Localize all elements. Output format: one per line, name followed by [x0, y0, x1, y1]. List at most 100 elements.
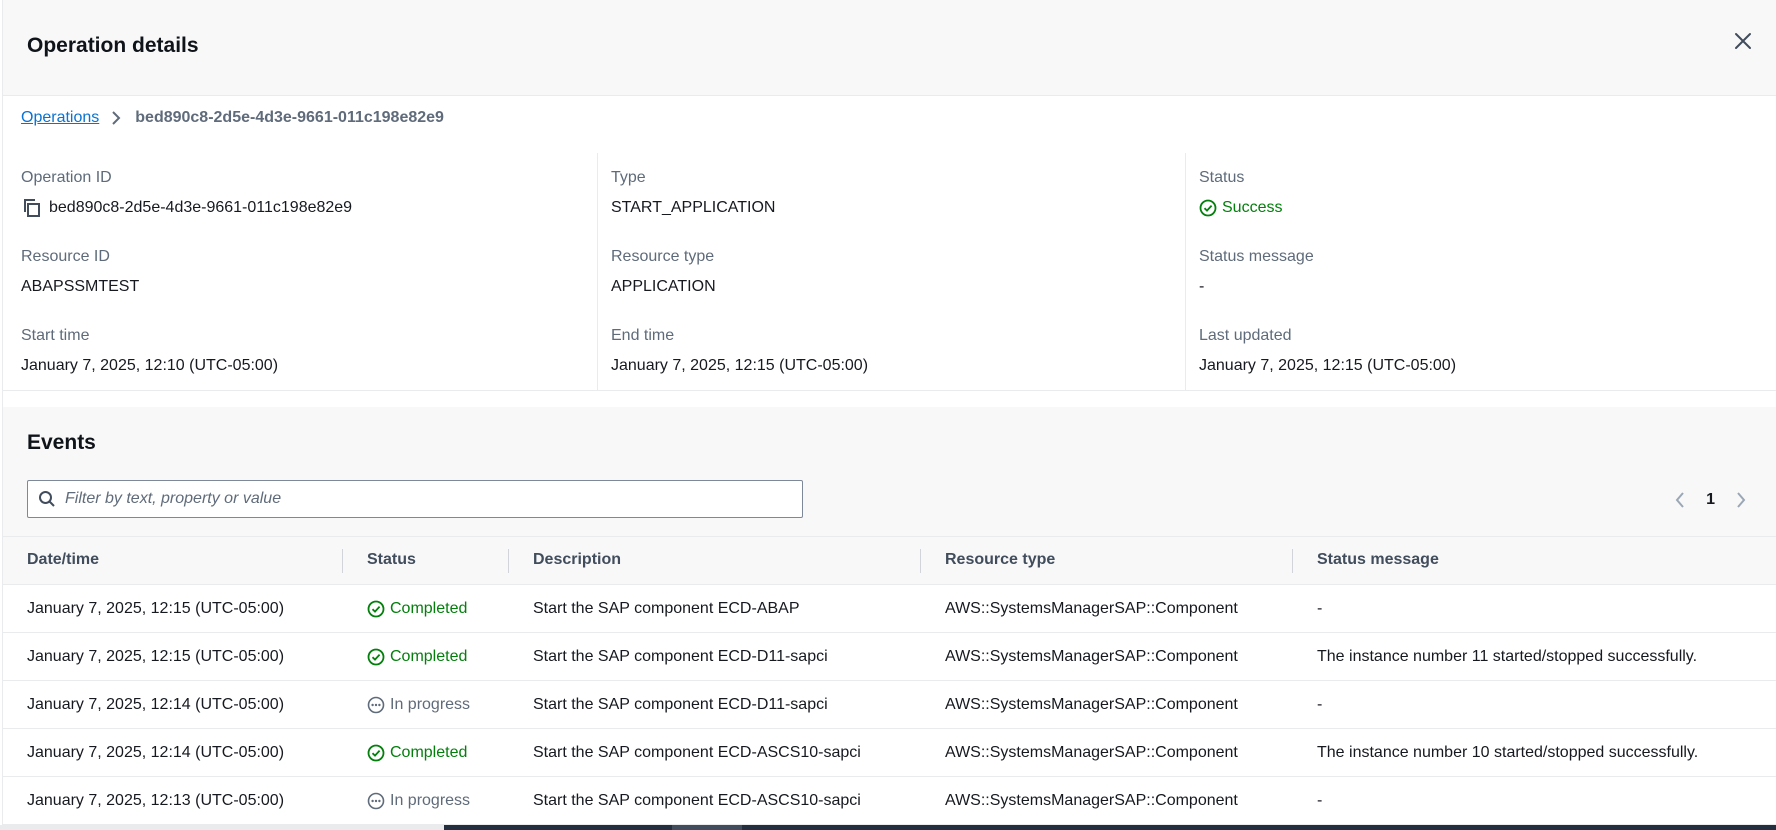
next-page-button[interactable]: [1727, 486, 1755, 514]
status-field: Status Success: [1199, 168, 1282, 218]
row-status: In progress: [367, 681, 470, 728]
chevron-left-icon: [1675, 492, 1684, 508]
column-divider[interactable]: [1292, 549, 1293, 573]
close-button[interactable]: [1728, 26, 1758, 56]
end-time-value: January 7, 2025, 12:15 (UTC-05:00): [611, 357, 869, 374]
events-title: Events: [27, 431, 96, 454]
row-resource-type: AWS::SystemsManagerSAP::Component: [945, 696, 1238, 713]
end-time-label: End time: [611, 327, 675, 344]
row-status-message: The instance number 10 started/stopped s…: [1317, 744, 1699, 761]
status-label: Status: [1199, 169, 1245, 186]
row-description: Start the SAP component ECD-ABAP: [533, 600, 800, 617]
horizontal-scrollbar[interactable]: [0, 825, 1776, 830]
type-label: Type: [611, 169, 646, 186]
modal-header: Operation details: [3, 0, 1776, 96]
status-message-label: Status message: [1199, 248, 1314, 265]
row-status-text: Completed: [390, 744, 468, 761]
copy-icon[interactable]: [23, 197, 49, 219]
table-row: January 7, 2025, 12:15 (UTC-05:00) Compl…: [3, 585, 1776, 633]
column-header-description[interactable]: Description: [533, 537, 621, 585]
table-row: January 7, 2025, 12:14 (UTC-05:00) In pr…: [3, 681, 1776, 729]
column-header-datetime[interactable]: Date/time: [27, 537, 99, 585]
column-divider[interactable]: [342, 549, 343, 573]
details-column-2: Type START_APPLICATION Resource type APP…: [597, 153, 1185, 391]
filter-field[interactable]: [27, 480, 803, 518]
table-row: January 7, 2025, 12:15 (UTC-05:00) Compl…: [3, 633, 1776, 681]
events-table: Date/time Status Description Resource ty…: [3, 536, 1776, 825]
resource-id-label: Resource ID: [21, 248, 110, 265]
type-value: START_APPLICATION: [611, 199, 776, 216]
row-status-message: The instance number 11 started/stopped s…: [1317, 648, 1698, 665]
row-status-message: -: [1317, 696, 1323, 713]
close-icon: [1735, 33, 1751, 49]
resource-type-value: APPLICATION: [611, 278, 716, 295]
scrollbar-segment: [672, 825, 742, 830]
row-status-message: -: [1317, 600, 1323, 617]
column-divider[interactable]: [920, 549, 921, 573]
start-time-value: January 7, 2025, 12:10 (UTC-05:00): [21, 357, 279, 374]
row-description: Start the SAP component ECD-D11-sapci: [533, 648, 828, 665]
chevron-right-icon: [1737, 492, 1746, 508]
resource-type-field: Resource type APPLICATION: [611, 247, 716, 297]
breadcrumb-current: bed890c8-2d5e-4d3e-9661-011c198e82e9: [135, 109, 444, 126]
resource-type-label: Resource type: [611, 248, 715, 265]
start-time-label: Start time: [21, 327, 90, 344]
resource-id-value: ABAPSSMTEST: [21, 278, 140, 295]
row-status-text: Completed: [390, 648, 468, 665]
row-datetime: January 7, 2025, 12:14 (UTC-05:00): [27, 744, 285, 761]
column-header-status-message[interactable]: Status message: [1317, 537, 1439, 585]
check-circle-icon: [367, 600, 385, 617]
status-value: Success: [1222, 199, 1283, 216]
last-updated-field: Last updated January 7, 2025, 12:15 (UTC…: [1199, 326, 1456, 376]
last-updated-label: Last updated: [1199, 327, 1292, 344]
row-resource-type: AWS::SystemsManagerSAP::Component: [945, 744, 1238, 761]
page-1-button[interactable]: 1: [1706, 491, 1715, 509]
column-header-resource-type[interactable]: Resource type: [945, 537, 1055, 585]
row-datetime: January 7, 2025, 12:15 (UTC-05:00): [27, 600, 285, 617]
row-status-message: -: [1317, 792, 1323, 809]
row-resource-type: AWS::SystemsManagerSAP::Component: [945, 600, 1238, 617]
row-status: Completed: [367, 729, 467, 776]
operation-details-modal: Operation details Operations bed890c8-2d…: [2, 0, 1776, 830]
breadcrumb: Operations bed890c8-2d5e-4d3e-9661-011c1…: [21, 109, 444, 127]
operation-id-value: bed890c8-2d5e-4d3e-9661-011c198e82e9: [49, 199, 353, 216]
status-badge: Success: [1199, 198, 1282, 218]
breadcrumb-operations-link[interactable]: Operations: [21, 109, 99, 127]
column-header-status[interactable]: Status: [367, 537, 416, 585]
end-time-field: End time January 7, 2025, 12:15 (UTC-05:…: [611, 326, 868, 376]
row-datetime: January 7, 2025, 12:13 (UTC-05:00): [27, 792, 285, 809]
row-datetime: January 7, 2025, 12:15 (UTC-05:00): [27, 648, 285, 665]
row-status-text: Completed: [390, 600, 468, 617]
check-circle-icon: [367, 744, 385, 761]
table-row: January 7, 2025, 12:13 (UTC-05:00) In pr…: [3, 777, 1776, 825]
chevron-right-icon: [111, 111, 121, 125]
start-time-field: Start time January 7, 2025, 12:10 (UTC-0…: [21, 326, 278, 376]
type-field: Type START_APPLICATION: [611, 168, 775, 218]
status-message-value: -: [1199, 278, 1205, 295]
ellipsis-circle-icon: [367, 696, 385, 713]
previous-page-button[interactable]: [1666, 486, 1694, 514]
row-resource-type: AWS::SystemsManagerSAP::Component: [945, 648, 1238, 665]
row-resource-type: AWS::SystemsManagerSAP::Component: [945, 792, 1238, 809]
table-row: January 7, 2025, 12:14 (UTC-05:00) Compl…: [3, 729, 1776, 777]
row-status: Completed: [367, 633, 467, 680]
row-status: In progress: [367, 777, 470, 824]
scrollbar-thumb[interactable]: [0, 825, 444, 830]
last-updated-value: January 7, 2025, 12:15 (UTC-05:00): [1199, 357, 1457, 374]
filter-input[interactable]: [65, 490, 765, 508]
column-divider[interactable]: [508, 549, 509, 573]
details-column-1: Operation ID bed890c8-2d5e-4d3e-9661-011…: [21, 153, 593, 391]
check-circle-icon: [1199, 199, 1217, 217]
row-description: Start the SAP component ECD-ASCS10-sapci: [533, 744, 861, 761]
modal-title: Operation details: [27, 34, 199, 57]
operation-id-field: Operation ID bed890c8-2d5e-4d3e-9661-011…: [21, 168, 352, 218]
table-header: Date/time Status Description Resource ty…: [3, 537, 1776, 585]
operation-details-panel: Operation ID bed890c8-2d5e-4d3e-9661-011…: [3, 153, 1776, 391]
check-circle-icon: [367, 648, 385, 665]
resource-id-field: Resource ID ABAPSSMTEST: [21, 247, 139, 297]
pagination: 1: [1666, 485, 1755, 515]
events-section: Events 1 Date/time Status Descri: [3, 407, 1776, 830]
status-message-field: Status message -: [1199, 247, 1314, 297]
search-icon: [39, 491, 55, 507]
row-datetime: January 7, 2025, 12:14 (UTC-05:00): [27, 696, 285, 713]
